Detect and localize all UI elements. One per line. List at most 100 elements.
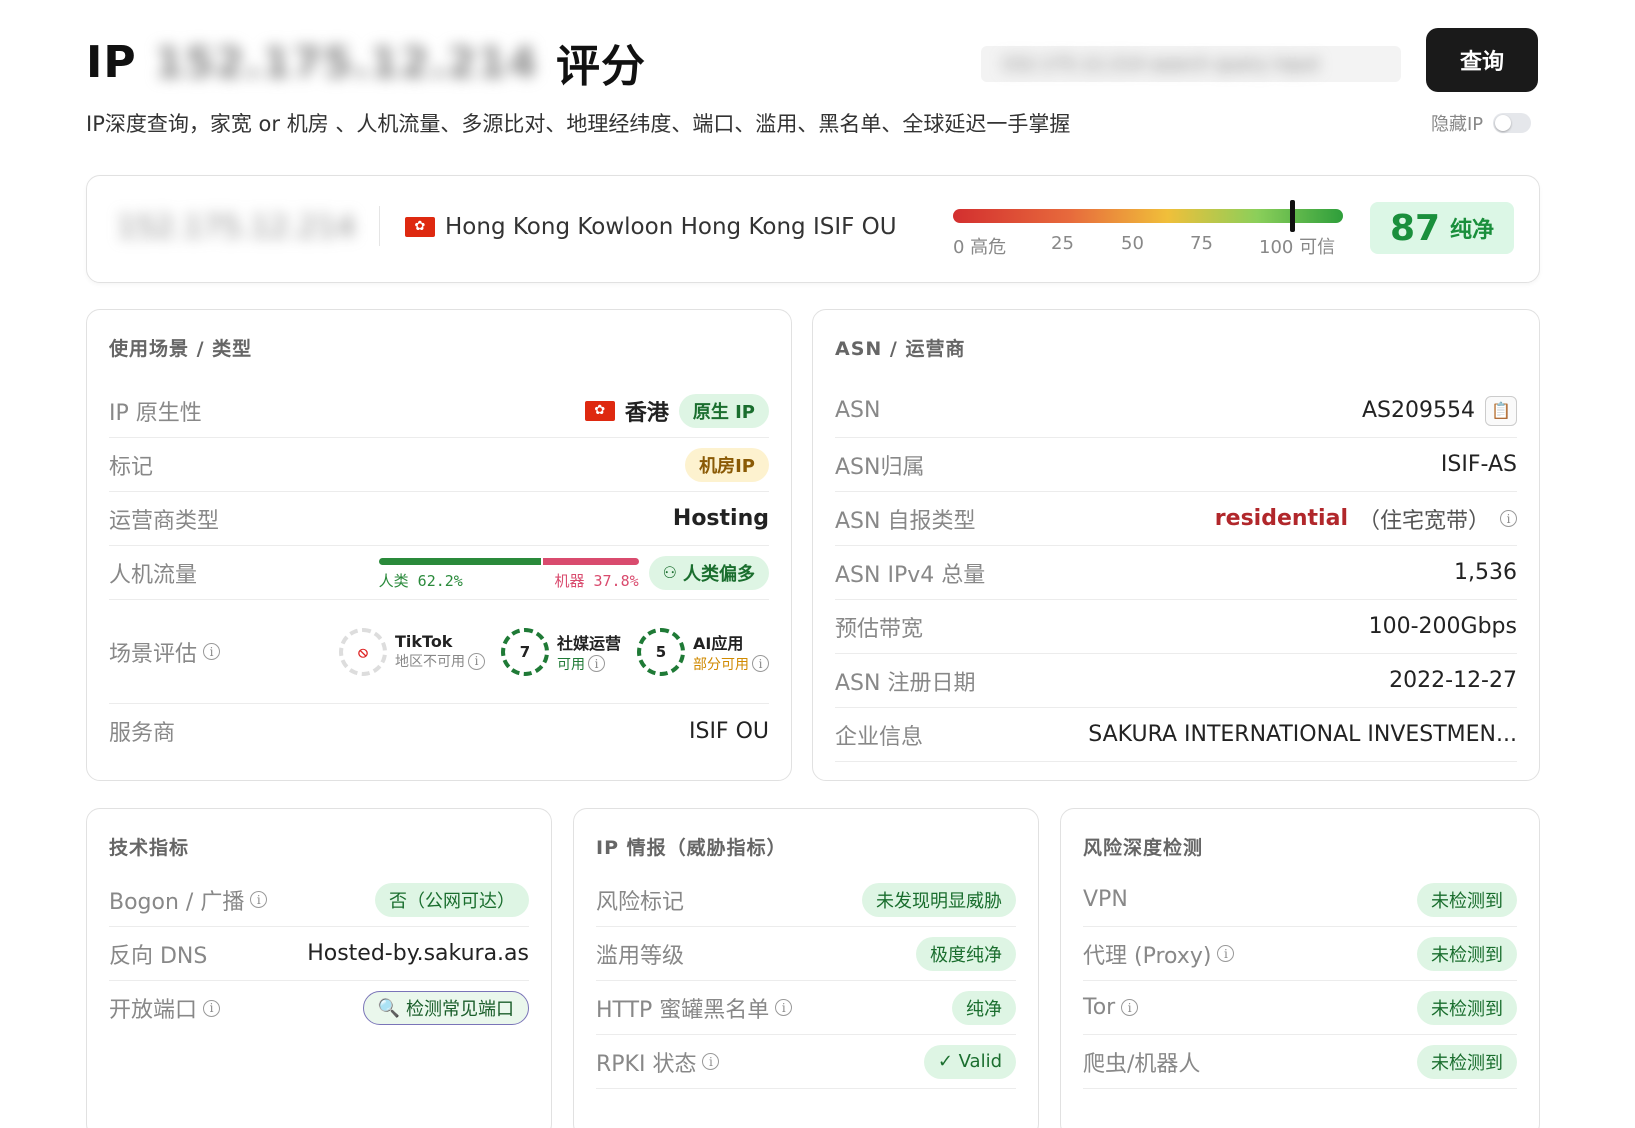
bogon-row: Bogon / 广播 i 否（公网可达） [109,873,529,927]
copy-icon[interactable]: 📋 [1485,395,1517,426]
rpki-label: RPKI 状态 i [596,1046,720,1078]
tag-row: 标记 机房IP [109,438,769,492]
crawler-badge: 未检测到 [1417,1044,1517,1079]
traffic-row: 人机流量 人类 62.2% 机器 37.8% ⚇ 人类偏多 [109,546,769,600]
asn-reg-date-row: ASN 注册日期 2022-12-27 [835,654,1517,708]
crawler-label: 爬虫/机器人 [1083,1051,1201,1077]
page-header: IP 152.175.12.214 评分 IP深度查询，家宽 or 机房 、人机… [86,28,1546,148]
traffic-bar: 人类 62.2% 机器 37.8% [378,557,639,598]
asn-label: ASN [835,398,881,423]
scenario-label: 场景评估 i [109,636,221,668]
asn-ipv4-value: 1,536 [1454,560,1517,585]
info-icon[interactable]: i [203,999,221,1017]
info-icon[interactable]: i [467,652,485,670]
vpn-label: VPN [1083,887,1128,912]
scenario-status: 可用 i [557,654,621,674]
honeypot-badge: 纯净 [952,990,1016,1025]
honeypot-label-text: HTTP 蜜罐黑名单 [596,997,770,1023]
location-text: Hong Kong Kowloon Hong Kong ISIF OU [445,214,897,240]
gauge-tick: 50 [1121,233,1144,254]
scenario-status: 部分可用 i [693,654,769,674]
summary-location: Hong Kong Kowloon Hong Kong ISIF OU [405,214,897,240]
usage-card: 使用场景 / 类型 IP 原生性 香港 原生 IP 标记 机房IP 运营商类型 … [86,309,792,781]
info-icon[interactable]: i [1121,999,1139,1016]
hide-ip-toggle[interactable] [1493,113,1532,133]
score-gauge: 0 高危 25 50 75 100 可信 [953,200,1343,258]
ip-native-value: 香港 原生 IP [584,393,769,428]
rpki-row: RPKI 状态 i ✓ Valid [596,1035,1016,1089]
info-icon[interactable]: i [1217,945,1235,962]
score-badge: 87 纯净 [1370,202,1514,254]
user-icon: ⚇ [662,563,677,582]
info-icon[interactable]: i [203,643,221,660]
tor-label: Tor i [1083,995,1139,1020]
info-icon[interactable]: i [587,655,605,672]
scenario-ai: 5 AI应用 部分可用 i [637,627,769,676]
traffic-badge-text: 人类偏多 [683,563,755,585]
scenario-social: 7 社媒运营 可用 i [500,627,621,676]
traffic-label: 人机流量 [109,562,198,588]
asn-owner-label: ASN归属 [835,454,925,480]
search-icon: 🔍 [377,997,400,1018]
tor-row: Tor i 未检测到 [1083,981,1517,1035]
asn-ipv4-label: ASN IPv4 总量 [835,562,986,588]
title-suffix: 评分 [555,41,646,92]
check-ports-button[interactable]: 🔍 检测常见端口 [362,991,529,1025]
scenario-label-text: 场景评估 [109,641,198,667]
scenario-tiktok: ⦸ TikTok 地区不可用 i [338,627,485,676]
asn-row: ASN AS209554 📋 [835,384,1517,438]
asn-type-extra: （住宅宽带） [1357,508,1490,534]
provider-label: 服务商 [109,721,176,746]
asn-type-label: ASN 自报类型 [835,508,976,534]
hide-ip-label: 隐藏IP [1431,114,1484,135]
info-icon[interactable]: i [752,655,769,672]
scenario-text: AI应用 部分可用 i [693,630,769,674]
abuse-level-label: 滥用等级 [596,943,685,969]
query-button[interactable]: 查询 [1426,28,1538,92]
search-input[interactable]: 152.175.12.214 search query input [981,46,1401,82]
isp-type-value: Hosting [672,506,769,531]
info-icon[interactable]: i [250,891,268,908]
scenario-row: 场景评估 i ⦸ TikTok 地区不可用 i 7 社媒运营 可用 i 5 AI… [109,600,769,704]
proxy-badge: 未检测到 [1417,936,1517,971]
native-ip-badge: 原生 IP [678,393,769,428]
page-subtitle: IP深度查询，家宽 or 机房 、人机流量、多源比对、地理经纬度、端口、滥用、黑… [86,112,1071,136]
gauge-tick: 75 [1190,233,1213,254]
region-text: 香港 [624,400,669,426]
honeypot-label: HTTP 蜜罐黑名单 i [596,992,793,1024]
info-icon[interactable]: i [1500,510,1517,527]
tag-badge: 机房IP [685,447,769,482]
gauge-tick: 25 [1051,233,1074,254]
asn-type-value: residential （住宅宽带） i [1215,503,1517,535]
provider-value: ISIF OU [688,718,769,744]
scenario-name: AI应用 [693,633,744,653]
hong-kong-flag-icon [584,400,615,421]
provider-row: 服务商 ISIF OU [109,704,769,758]
scenario-name: TikTok [394,632,453,651]
scenario-status-text: 可用 [556,656,585,673]
company-label: 企业信息 [835,724,924,750]
proxy-row: 代理 (Proxy) i 未检测到 [1083,927,1517,981]
asn-ipv4-row: ASN IPv4 总量 1,536 [835,546,1517,600]
ip-native-label: IP 原生性 [109,400,202,426]
bot-segment [542,557,639,565]
traffic-value: 人类 62.2% 机器 37.8% ⚇ 人类偏多 [378,548,769,598]
score-summary: 152.175.12.214 Hong Kong Kowloon Hong Ko… [86,175,1540,283]
info-icon[interactable]: i [702,1053,720,1070]
asn-owner-value: ISIF-AS [1440,452,1517,477]
scenario-status-text: 部分可用 [693,656,749,673]
gauge-ticks: 0 高危 25 50 75 100 可信 [953,233,1343,258]
rpki-label-text: RPKI 状态 [596,1051,697,1077]
asn-owner-row: ASN归属 ISIF-AS [835,438,1517,492]
ports-label: 开放端口 i [109,992,221,1024]
crawler-row: 爬虫/机器人 未检测到 [1083,1035,1517,1089]
abuse-level-badge: 极度纯净 [916,936,1016,971]
risk-card-title: 风险深度检测 [1083,837,1204,859]
tor-badge: 未检测到 [1417,990,1517,1025]
rdns-row: 反向 DNS Hosted-by.sakura.as [109,927,529,981]
info-icon[interactable]: i [775,999,793,1016]
vpn-row: VPN 未检测到 [1083,873,1517,927]
asn-type-row: ASN 自报类型 residential （住宅宽带） i [835,492,1517,546]
search-input-value: 152.175.12.214 search query input [1001,53,1320,75]
vpn-badge: 未检测到 [1417,882,1517,917]
